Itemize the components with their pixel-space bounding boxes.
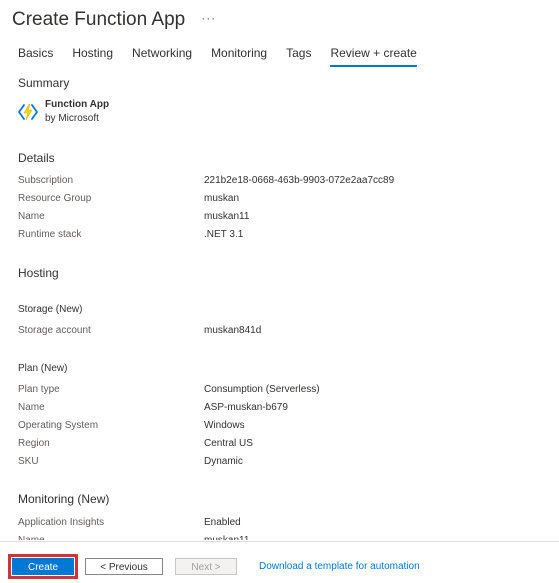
detail-key: Region (18, 438, 50, 449)
detail-key: Application Insights (18, 517, 105, 528)
plan-row-sku: SKU Dynamic (18, 456, 538, 474)
storage-subheading: Storage (New) (18, 304, 83, 315)
function-app-icon (18, 103, 38, 121)
product-summary: Function App by Microsoft (18, 98, 109, 126)
detail-value: Dynamic (204, 456, 243, 467)
more-options-icon[interactable]: ··· (201, 11, 216, 25)
detail-value: Consumption (Serverless) (204, 384, 320, 395)
plan-row-type: Plan type Consumption (Serverless) (18, 384, 538, 402)
tab-networking[interactable]: Networking (132, 45, 192, 67)
plan-row-os: Operating System Windows (18, 420, 538, 438)
detail-key: Runtime stack (18, 229, 82, 240)
details-heading: Details (18, 151, 55, 165)
detail-row-name: Name muskan11 (18, 211, 538, 229)
tab-review-create[interactable]: Review + create (330, 45, 417, 67)
detail-value: Windows (204, 420, 245, 431)
tab-tags[interactable]: Tags (286, 45, 311, 67)
page-header: Create Function App ··· (12, 6, 216, 34)
detail-key: Name (18, 402, 45, 413)
detail-value: muskan841d (204, 325, 262, 336)
detail-value: muskan11 (204, 535, 249, 540)
create-button[interactable]: Create (8, 554, 78, 579)
detail-value: ASP-muskan-b679 (204, 402, 288, 413)
detail-row-subscription: Subscription 221b2e18-0668-463b-9903-072… (18, 175, 538, 193)
next-button[interactable]: Next > (175, 558, 237, 575)
monitoring-row-insights: Application Insights Enabled (18, 517, 538, 535)
hosting-heading: Hosting (18, 266, 59, 280)
tab-hosting[interactable]: Hosting (72, 45, 113, 67)
review-content[interactable]: Summary Function App by Microsoft Detail… (0, 70, 559, 540)
detail-row-resource-group: Resource Group muskan (18, 193, 538, 211)
detail-value: .NET 3.1 (204, 229, 244, 240)
detail-value: 221b2e18-0668-463b-9903-072e2aa7cc89 (204, 175, 395, 186)
detail-key: Name (18, 535, 45, 540)
download-template-link[interactable]: Download a template for automation (259, 561, 420, 572)
tab-bar: Basics Hosting Networking Monitoring Tag… (18, 45, 436, 67)
detail-key: Plan type (18, 384, 60, 395)
detail-value: Enabled (204, 517, 241, 528)
previous-button[interactable]: < Previous (85, 558, 163, 575)
detail-key: SKU (18, 456, 39, 467)
detail-key: Resource Group (18, 193, 92, 204)
detail-key: Name (18, 211, 45, 222)
detail-value: muskan (204, 193, 240, 204)
plan-row-region: Region Central US (18, 438, 538, 456)
product-name: Function App (45, 99, 110, 110)
detail-row-runtime-stack: Runtime stack .NET 3.1 (18, 229, 538, 247)
storage-row-account: Storage account muskan841d (18, 325, 538, 343)
product-vendor: by Microsoft (45, 113, 99, 124)
summary-heading: Summary (18, 76, 70, 90)
tab-basics[interactable]: Basics (18, 45, 53, 67)
detail-key: Operating System (18, 420, 99, 431)
monitoring-row-name: Name muskan11 (18, 535, 538, 540)
footer-bar: Create < Previous Next > Download a temp… (0, 541, 559, 583)
detail-value: muskan11 (204, 211, 250, 222)
plan-row-name: Name ASP-muskan-b679 (18, 402, 538, 420)
tab-monitoring[interactable]: Monitoring (211, 45, 267, 67)
detail-key: Storage account (18, 325, 91, 336)
plan-subheading: Plan (New) (18, 363, 68, 374)
detail-key: Subscription (18, 175, 74, 186)
page-title: Create Function App (12, 9, 186, 30)
monitoring-heading: Monitoring (New) (18, 492, 110, 506)
detail-value: Central US (204, 438, 253, 449)
